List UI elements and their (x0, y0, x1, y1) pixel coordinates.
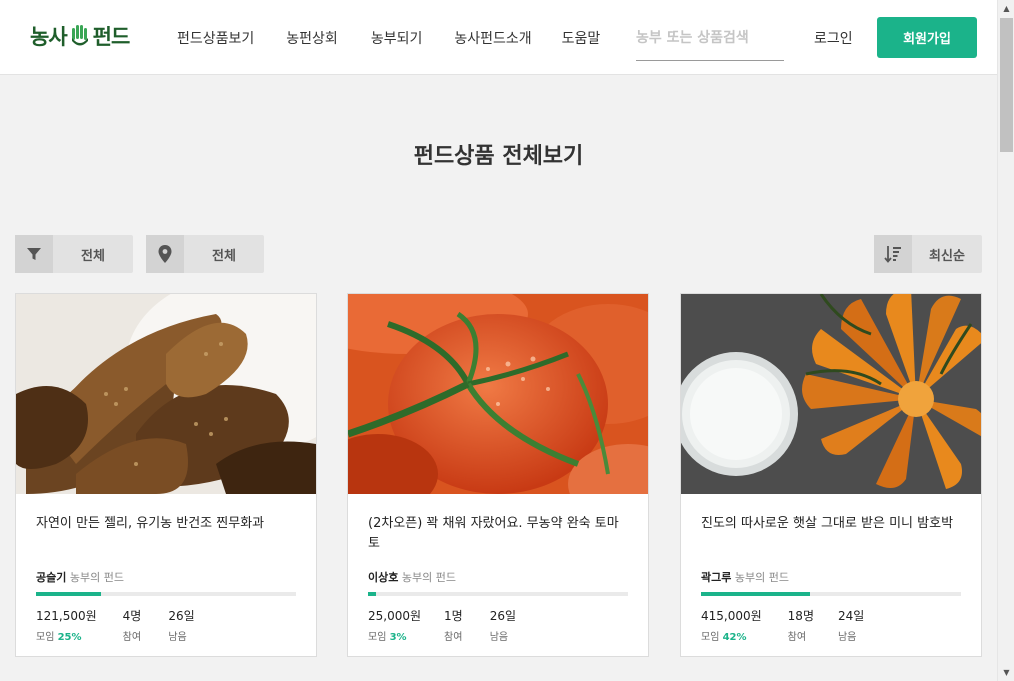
search-box (636, 22, 784, 61)
days-label: 남음 (489, 632, 509, 643)
days-remaining: 24일 (837, 609, 865, 623)
fund-card[interactable]: 진도의 따사로운 햇살 그대로 받은 미니 밤호박 곽그루 농부의 펀드 415… (680, 293, 982, 657)
scroll-down-arrow-icon[interactable]: ▼ (998, 664, 1014, 681)
participants-label: 참여 (444, 632, 463, 643)
tomato-photo[interactable] (348, 294, 648, 494)
fund-title[interactable]: 진도의 따사로운 햇살 그대로 받은 미니 밤호박 (701, 514, 963, 534)
participant-count: 18명 (787, 609, 814, 623)
signup-button[interactable]: 회원가입 (877, 17, 977, 58)
nav-shop[interactable]: 농펀상회 (286, 28, 338, 48)
nav-become-farmer[interactable]: 농부되기 (371, 28, 423, 48)
scrollbar-thumb[interactable] (1000, 18, 1013, 152)
page-title: 펀드상품 전체보기 (413, 144, 584, 169)
category-filter[interactable]: 전체 (15, 235, 133, 273)
days-label: 남음 (837, 632, 857, 643)
fund-title[interactable]: (2차오픈) 꽉 채워 자랐어요. 무농약 완숙 토마토 (368, 514, 630, 554)
nav-about[interactable]: 농사펀드소개 (454, 28, 531, 48)
fund-stats: 25,000원 모임 3% 1명 참여 26일 남음 (368, 607, 542, 643)
fund-percent: 25% (57, 632, 82, 643)
dried-fig-photo[interactable] (16, 294, 316, 494)
hand-leaf-logo-icon (71, 25, 88, 46)
funding-progress-bar (36, 592, 296, 596)
amount-label: 모임 (701, 632, 720, 643)
sort-dropdown[interactable]: 최신순 (874, 235, 982, 273)
farmer-line: 이상호 농부의 펀드 (368, 569, 456, 585)
category-filter-label: 전체 (81, 248, 105, 264)
search-input[interactable] (636, 22, 784, 54)
fund-card[interactable]: (2차오픈) 꽉 채워 자랐어요. 무농약 완숙 토마토 이상호 농부의 펀드 … (347, 293, 649, 657)
fund-stats: 121,500원 모임 25% 4명 참여 26일 남음 (36, 607, 221, 643)
days-remaining: 26일 (489, 609, 517, 623)
farmer-name[interactable]: 곽그루 (701, 571, 731, 584)
site-header: 농사 펀드 펀드상품보기 농펀상회 농부되기 농사펀드소개 도움말 로그인 회원… (0, 0, 997, 75)
farmer-line: 공슬기 농부의 펀드 (36, 569, 124, 585)
location-pin-icon (146, 235, 184, 273)
fund-amount: 25,000원 (368, 609, 422, 623)
fund-title[interactable]: 자연이 만든 젤리, 유기농 반건조 찐무화과 (36, 514, 298, 534)
main-nav: 펀드상품보기 농펀상회 농부되기 농사펀드소개 도움말 (177, 28, 600, 48)
days-remaining: 26일 (168, 609, 195, 623)
login-link[interactable]: 로그인 (814, 28, 853, 48)
days-label: 남음 (168, 632, 187, 643)
fund-stats: 415,000원 모임 42% 18명 참여 24일 남음 (701, 607, 890, 643)
funding-progress-bar (368, 592, 628, 596)
farmer-suffix: 농부의 펀드 (401, 571, 456, 584)
fund-amount: 121,500원 (36, 609, 97, 623)
amount-label: 모임 (368, 632, 387, 643)
fund-percent: 42% (722, 632, 747, 643)
amount-label: 모임 (36, 632, 55, 643)
logo-text-right: 펀드 (92, 25, 131, 49)
participant-count: 4명 (122, 609, 142, 623)
funding-progress-bar (701, 592, 961, 596)
scroll-up-arrow-icon[interactable]: ▲ (998, 0, 1014, 17)
participants-label: 참여 (122, 632, 142, 643)
page-scrollbar[interactable]: ▲ ▼ (997, 0, 1014, 681)
filter-icon (15, 235, 53, 273)
nav-fund-products[interactable]: 펀드상품보기 (177, 28, 254, 48)
location-filter[interactable]: 전체 (146, 235, 264, 273)
farmer-name[interactable]: 공슬기 (36, 571, 66, 584)
farmer-line: 곽그루 농부의 펀드 (701, 569, 789, 585)
farmer-suffix: 농부의 펀드 (734, 571, 789, 584)
fund-amount: 415,000원 (701, 609, 762, 623)
location-filter-label: 전체 (212, 248, 236, 264)
logo[interactable]: 농사 펀드 (30, 20, 131, 52)
participant-count: 1명 (444, 609, 463, 623)
sort-icon (874, 235, 912, 273)
farmer-name[interactable]: 이상호 (368, 571, 398, 584)
participants-label: 참여 (787, 632, 807, 643)
farmer-suffix: 농부의 펀드 (69, 571, 124, 584)
fund-card[interactable]: 자연이 만든 젤리, 유기농 반건조 찐무화과 공슬기 농부의 펀드 121,5… (15, 293, 317, 657)
logo-text-left: 농사 (30, 25, 68, 49)
sort-label: 최신순 (929, 248, 965, 264)
fund-percent: 3% (389, 632, 407, 643)
nav-help[interactable]: 도움말 (562, 28, 601, 48)
pumpkin-photo[interactable] (681, 294, 981, 494)
